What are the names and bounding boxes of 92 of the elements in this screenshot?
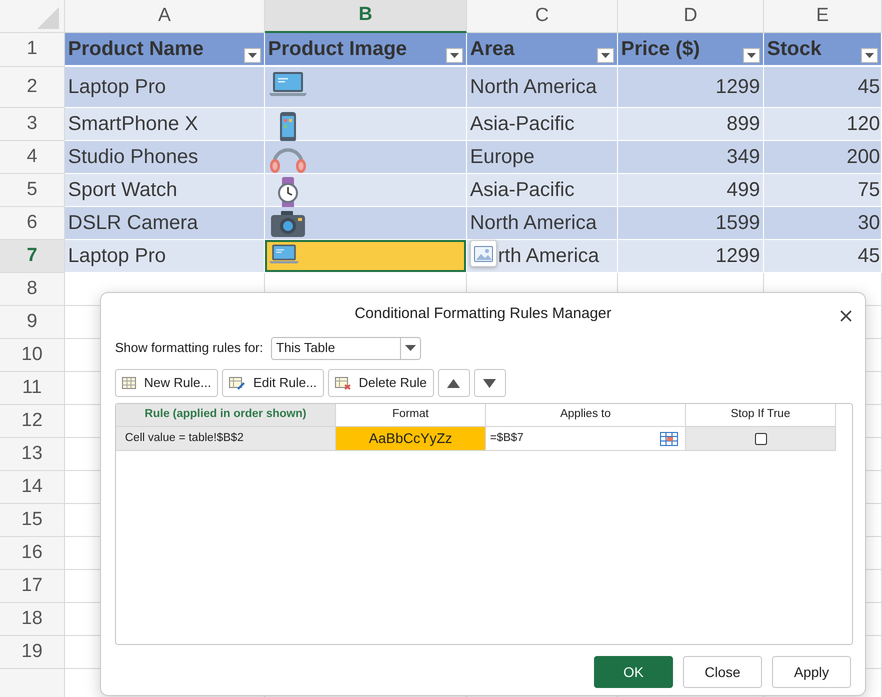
range-picker-icon[interactable] [660,432,678,446]
filter-button[interactable] [743,48,760,63]
table-cell-text: North America [470,211,597,236]
checkbox[interactable] [754,432,766,444]
row-header[interactable]: 18 [0,603,65,636]
table-cell-text: Sport Watch [68,178,178,203]
row-header[interactable]: 16 [0,537,65,570]
image-icon[interactable] [470,240,497,267]
table-cell-text: 899 [726,112,760,137]
table-icon [122,377,136,389]
row-header[interactable]: 8 [0,273,65,306]
table-cell-text: North America [470,75,597,100]
column-header[interactable]: E [764,0,882,33]
row-header[interactable]: 6 [0,207,65,240]
column-title: Product Image [268,37,407,62]
caret-icon [865,53,874,58]
column-header: Applies to [486,404,686,427]
row-header[interactable]: 2 [0,67,65,108]
delete-rule-button[interactable]: Delete Rule [328,369,434,397]
filter-button[interactable] [244,48,261,63]
caret-icon [450,53,459,58]
dropdown-field[interactable]: This Table [271,336,422,360]
edit-rule-button[interactable]: Edit Rule... [222,369,324,397]
row-header[interactable]: 5 [0,174,65,207]
row-header[interactable]: 11 [0,372,65,405]
table-cell-text: 45 [858,75,880,100]
table-cell-text: 1299 [716,244,760,269]
table-cross-icon [334,376,351,390]
laptop-icon [268,70,308,98]
table-cell-text: rth America [498,244,600,269]
dialog-title: Conditional Formatting Rules Manager [354,304,612,324]
row-header[interactable]: 3 [0,108,65,141]
row-header[interactable]: 17 [0,570,65,603]
row-header[interactable]: 14 [0,471,65,504]
row-header[interactable]: 7 [0,240,65,273]
row-header[interactable]: 13 [0,438,65,471]
table-cell-text: 200 [846,145,880,170]
triangle-down-icon [483,378,496,388]
row-header[interactable]: 10 [0,339,65,372]
row-header[interactable]: 4 [0,141,65,174]
filter-button[interactable] [446,48,463,63]
table-cell-text: Laptop Pro [68,244,166,269]
table-cell-text: Studio Phones [68,145,198,170]
table-cell-text: 1299 [716,75,760,100]
field-label: Show formatting rules for: [115,339,264,358]
table-cell-text: 30 [858,211,880,236]
table-cell-text: Asia-Pacific [470,112,574,137]
filter-button[interactable] [597,48,614,63]
caret-icon [405,345,416,351]
caret-icon [747,53,756,58]
table-cell-text: SmartPhone X [68,112,198,137]
column-title: Area [470,37,514,62]
dialog-button[interactable]: Close [683,656,762,688]
move-up-button[interactable] [438,369,470,397]
table-cell-text: 45 [858,244,880,269]
selected-cell[interactable] [265,240,467,273]
table-cell-text: 1599 [716,211,760,236]
table-cell-text: 349 [726,145,760,170]
camera-icon [268,210,308,238]
rule-cell[interactable]: Cell value = table!$B$2 [116,427,336,451]
column-header[interactable]: D [618,0,764,33]
table-cell-text: 499 [726,178,760,203]
caret-icon [248,53,257,58]
laptop-icon [268,243,300,265]
table-pencil-icon [229,376,246,390]
table-cell-text: DSLR Camera [68,211,198,236]
column-title: Product Name [68,37,204,62]
column-header[interactable]: B [265,0,467,33]
column-header[interactable]: C [467,0,618,33]
triangle-up-icon [447,378,460,388]
column-title: Stock [767,37,822,62]
row-header[interactable]: 12 [0,405,65,438]
column-header: Rule (applied in order shown) [116,404,336,427]
column-title: Price ($) [621,37,700,62]
row-header[interactable]: 9 [0,306,65,339]
filter-button[interactable] [861,48,878,63]
new-rule-button[interactable]: New Rule... [115,369,218,397]
table-cell-text: 75 [858,178,880,203]
row-header[interactable]: 1 [0,33,65,67]
dialog-button[interactable]: Apply [772,656,851,688]
column-header[interactable]: A [65,0,265,33]
range-field[interactable]: =$B$7 [490,430,660,448]
table-cell-text: Laptop Pro [68,75,166,100]
table-cell-text: Asia-Pacific [470,178,574,203]
ok-button[interactable]: OK [594,656,673,688]
move-down-button[interactable] [474,369,506,397]
format-preview: AaBbCcYyZz [336,427,486,451]
table-cell-text: Europe [470,145,534,170]
row-header[interactable]: 15 [0,504,65,537]
caret-icon [601,53,610,58]
row-header[interactable]: 19 [0,636,65,669]
table-cell-text: 120 [846,112,880,137]
